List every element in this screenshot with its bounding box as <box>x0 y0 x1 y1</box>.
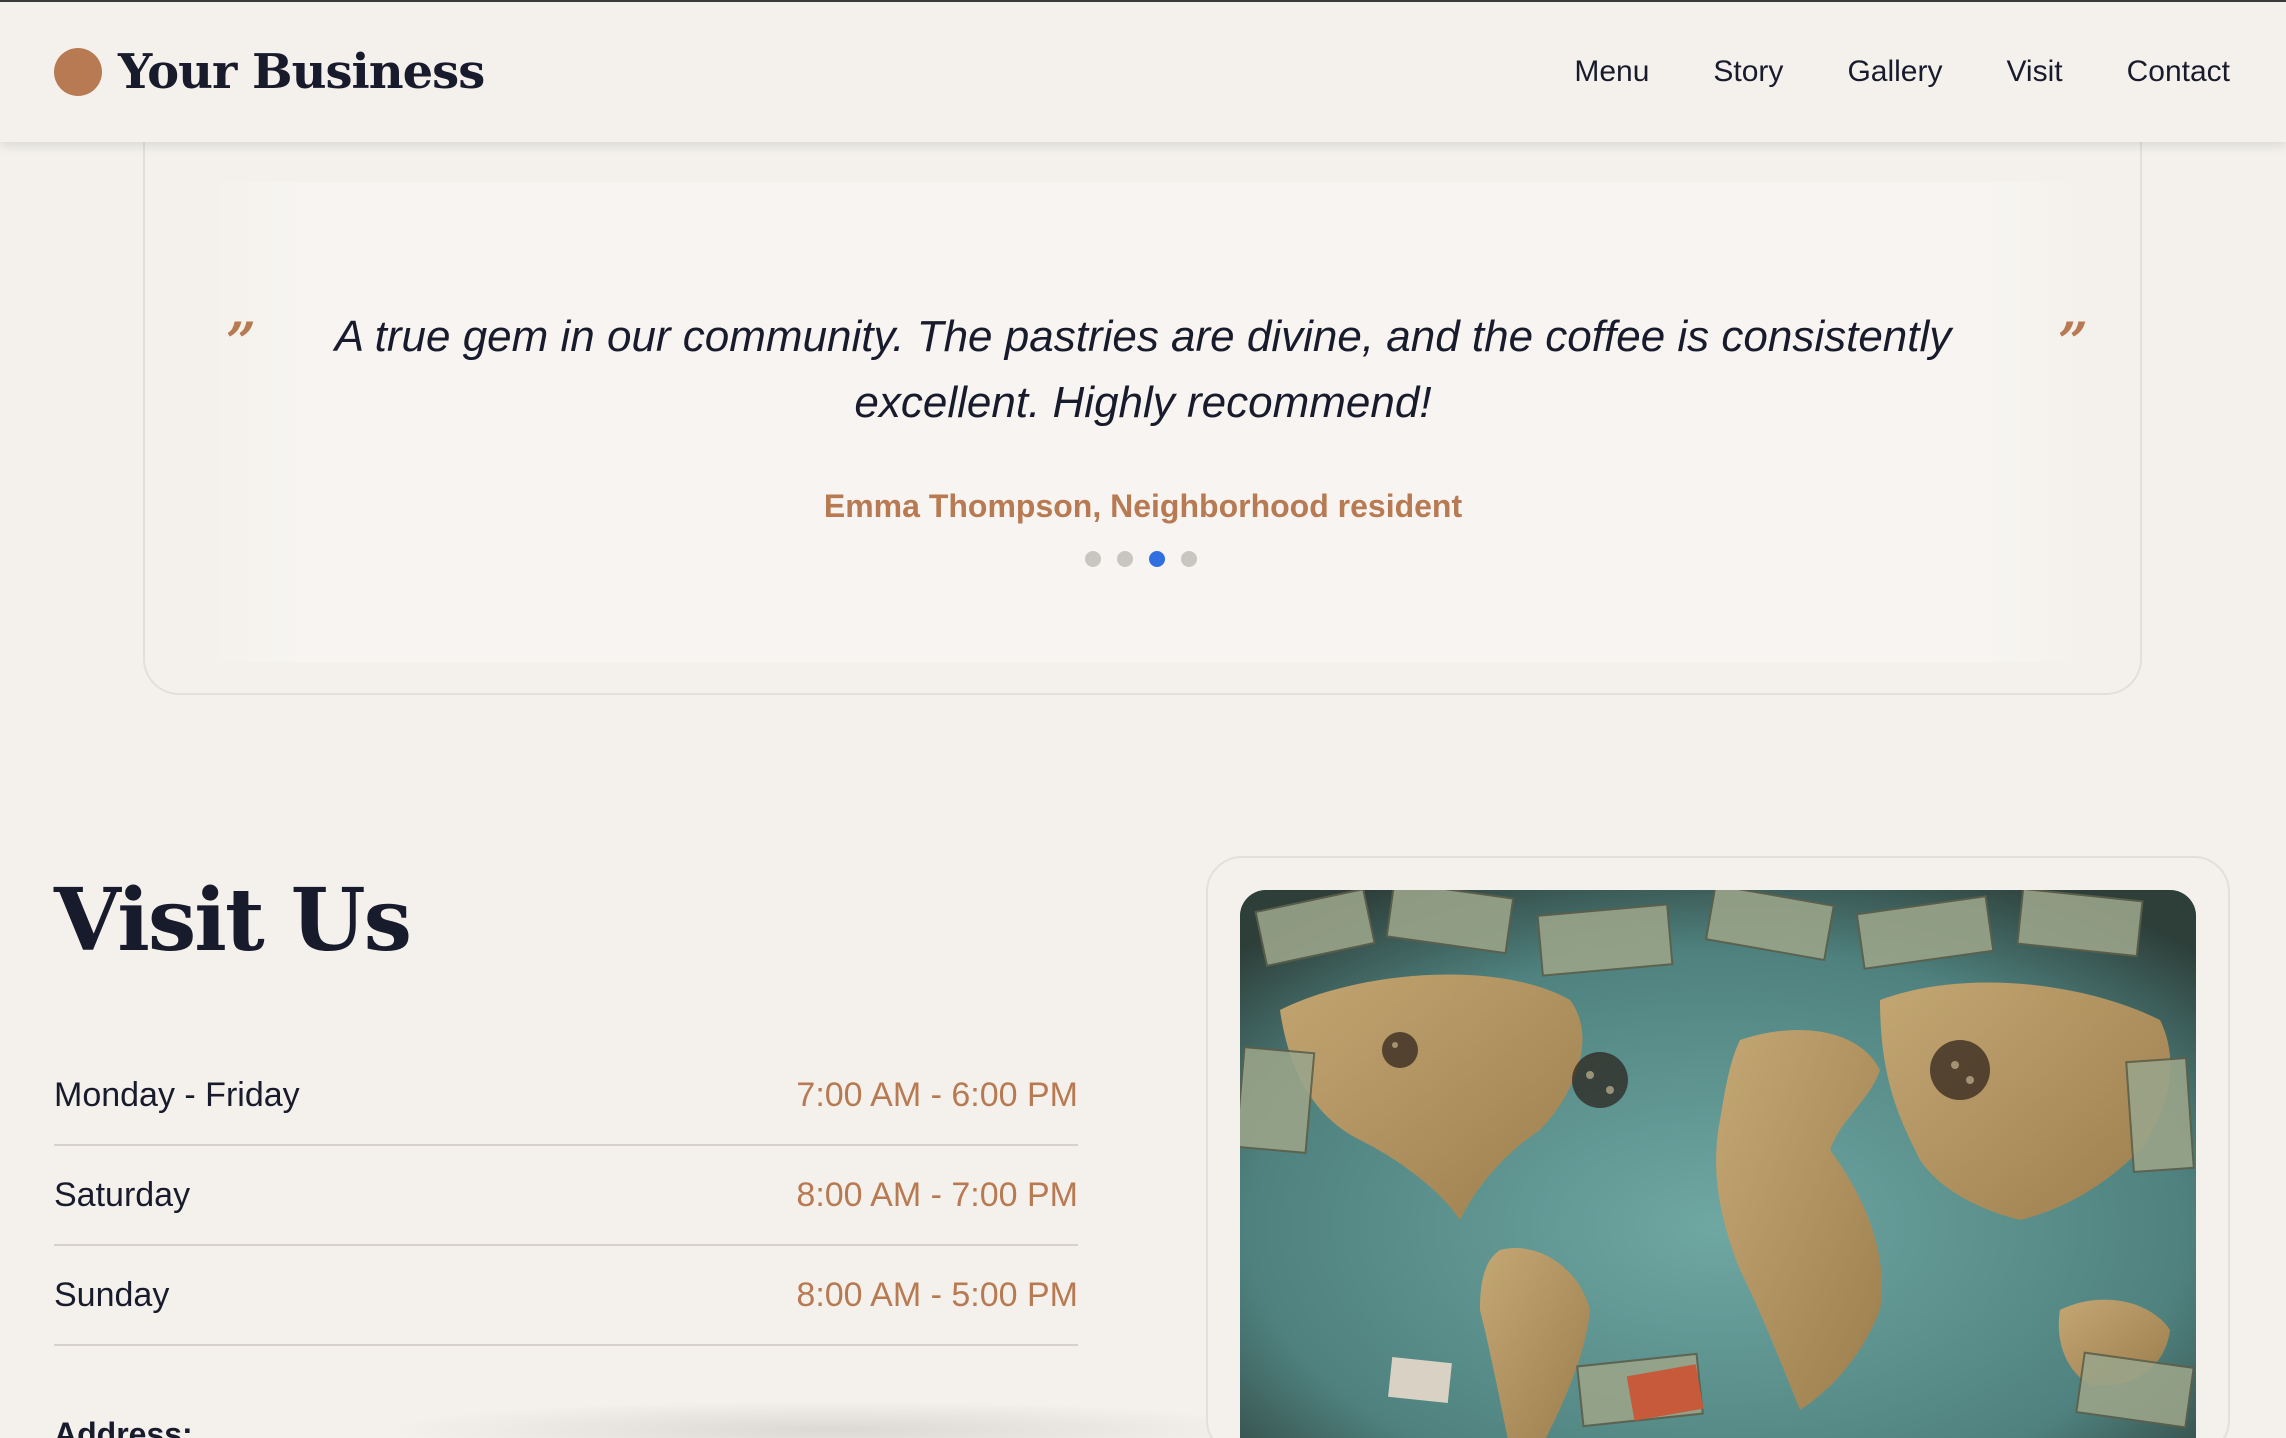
testimonial-quote: A true gem in our community. The pastrie… <box>334 312 1952 427</box>
hours-day: Sunday <box>54 1275 170 1314</box>
brand-logo[interactable]: Your Business <box>54 42 485 102</box>
scroll-shadow <box>380 1400 1280 1438</box>
hours-row: Monday - Friday 7:00 AM - 6:00 PM <box>54 1046 1078 1146</box>
hours-row: Sunday 8:00 AM - 5:00 PM <box>54 1246 1078 1346</box>
carousel-dots <box>1085 551 1197 567</box>
carousel-dot-3[interactable] <box>1149 551 1165 567</box>
nav-story[interactable]: Story <box>1713 55 1783 89</box>
close-quote-icon: ” <box>2058 312 2088 373</box>
hours-day: Saturday <box>54 1175 191 1214</box>
carousel-dot-4[interactable] <box>1181 551 1197 567</box>
hours-time: 8:00 AM - 7:00 PM <box>796 1175 1078 1214</box>
site-header: Your Business Menu Story Gallery Visit C… <box>0 0 2286 142</box>
address-label: Address: <box>54 1416 193 1438</box>
brand-name: Your Business <box>118 44 485 100</box>
opening-hours: Monday - Friday 7:00 AM - 6:00 PM Saturd… <box>54 1046 1078 1346</box>
open-quote-icon: ” <box>226 312 256 373</box>
nav-gallery[interactable]: Gallery <box>1847 55 1942 89</box>
hours-row: Saturday 8:00 AM - 7:00 PM <box>54 1146 1078 1246</box>
testimonial-author: Emma Thompson, Neighborhood resident <box>823 488 1463 524</box>
brand-circle-icon <box>54 48 102 96</box>
world-map-photo <box>1240 890 2196 1438</box>
hours-day: Monday - Friday <box>54 1075 300 1114</box>
nav-menu[interactable]: Menu <box>1574 55 1649 89</box>
carousel-dot-1[interactable] <box>1085 551 1101 567</box>
nav-visit[interactable]: Visit <box>2006 55 2062 89</box>
nav-contact[interactable]: Contact <box>2127 55 2230 89</box>
hours-time: 8:00 AM - 5:00 PM <box>796 1275 1078 1314</box>
hours-time: 7:00 AM - 6:00 PM <box>796 1075 1078 1114</box>
carousel-dot-2[interactable] <box>1117 551 1133 567</box>
main-nav: Menu Story Gallery Visit Contact <box>1574 50 2230 94</box>
visit-title: Visit Us <box>54 870 412 971</box>
world-map-illustration <box>1240 890 2196 1438</box>
